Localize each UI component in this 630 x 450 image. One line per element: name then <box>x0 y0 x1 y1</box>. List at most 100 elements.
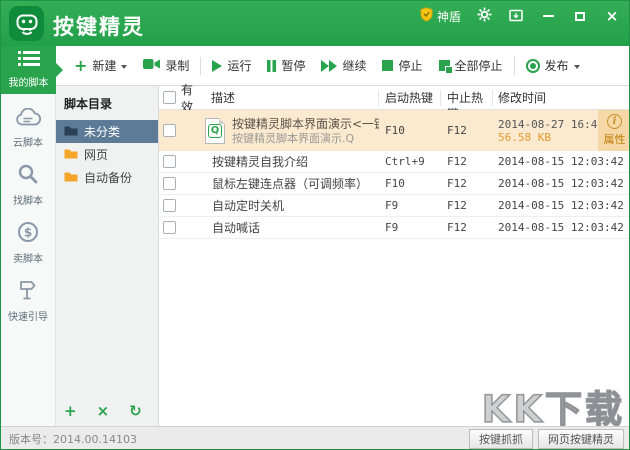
script-file-icon: Q <box>205 118 225 144</box>
continue-button[interactable]: 继续 <box>313 53 374 79</box>
info-icon: i <box>607 114 622 129</box>
stop-hotkey: F12 <box>441 199 493 212</box>
app-title: 按键精灵 <box>53 11 145 41</box>
column-header-description: 描述 <box>203 90 379 106</box>
script-directory-panel: 脚本目录 未分类 网页 自动备份 + × ↻ <box>56 86 159 426</box>
sidebar-item-label: 找脚本 <box>13 192 43 207</box>
shield-icon <box>420 7 433 25</box>
sidebar-item-label: 快速引导 <box>8 308 48 323</box>
add-category-button[interactable]: + <box>64 402 77 420</box>
app-logo-icon <box>9 6 44 41</box>
tray-icon <box>509 7 523 26</box>
statusbar: 版本号：2014.00.14103 按键抓抓 网页按键精灵 <box>1 426 629 450</box>
table-header-row: 有效 描述 启动热键 中止热键 修改时间 <box>159 86 630 110</box>
row-checkbox[interactable] <box>163 177 176 190</box>
stop-hotkey: F12 <box>441 124 493 137</box>
toolbar-separator <box>514 57 515 75</box>
folder-icon <box>64 148 78 162</box>
sidebar-item-label: 卖脚本 <box>13 250 43 265</box>
maximize-button[interactable] <box>571 7 589 25</box>
stop-hotkey: F12 <box>441 177 493 190</box>
script-title: 按键精灵脚本界面演示<一键启动> <box>232 117 379 132</box>
close-icon: × <box>606 9 619 24</box>
list-icon <box>18 51 40 70</box>
sidebar-item-label: 我的脚本 <box>9 74 49 89</box>
camera-icon <box>143 58 160 73</box>
shield-button[interactable]: 神盾 <box>420 7 461 25</box>
table-row[interactable]: 按键精灵自我介绍 Ctrl+9 F12 2014-08-15 12:03:42 <box>159 151 630 173</box>
modified-time: 2014-08-15 12:03:42 <box>493 177 630 190</box>
signpost-icon <box>17 279 39 305</box>
stop-all-button[interactable]: 全部停止 <box>431 53 511 79</box>
pause-button[interactable]: 暂停 <box>259 53 313 79</box>
table-row[interactable]: 鼠标左键连点器（可调频率） F10 F12 2014-08-15 12:03:4… <box>159 173 630 195</box>
script-table: 有效 描述 启动热键 中止热键 修改时间 Q 按键精灵脚本界面演示<一键启动> … <box>159 86 630 426</box>
properties-button[interactable]: i 属性 <box>598 110 630 151</box>
tree-footer: + × ↻ <box>64 402 142 420</box>
version-label: 版本号：2014.00.14103 <box>1 431 137 447</box>
new-button[interactable]: + 新建 <box>66 53 135 79</box>
stop-all-icon <box>439 60 450 71</box>
row-checkbox[interactable] <box>163 221 176 234</box>
play-icon <box>212 60 222 72</box>
sidebar-item-quick-guide[interactable]: 快速引导 <box>1 279 55 323</box>
refresh-button[interactable]: ↻ <box>129 402 142 420</box>
sidebar-item-label: 云脚本 <box>13 134 43 149</box>
dollar-icon: $ <box>17 221 39 247</box>
column-header-modified: 修改时间 <box>493 89 630 106</box>
table-row[interactable]: 自动喊话 F9 F12 2014-08-15 12:03:42 <box>159 217 630 239</box>
sidebar-item-find-scripts[interactable]: 找脚本 <box>1 163 55 207</box>
row-checkbox[interactable] <box>163 124 176 137</box>
minimize-button[interactable] <box>539 7 557 25</box>
stop-button[interactable]: 停止 <box>374 53 430 79</box>
script-title: 自动定时关机 <box>203 197 379 214</box>
delete-category-button[interactable]: × <box>97 402 110 420</box>
sidebar-item-sell-scripts[interactable]: $ 卖脚本 <box>1 221 55 265</box>
search-icon <box>17 163 39 189</box>
tree-item-uncategorized[interactable]: 未分类 <box>56 120 158 143</box>
close-button[interactable]: × <box>603 7 621 25</box>
modified-time: 2014-08-15 12:03:42 <box>493 199 630 212</box>
chevron-down-icon <box>121 65 127 69</box>
fast-forward-icon <box>321 60 337 72</box>
web-quickmacro-button[interactable]: 网页按键精灵 <box>538 429 624 449</box>
tree-item-web[interactable]: 网页 <box>56 143 158 166</box>
tree-header: 脚本目录 <box>56 86 158 120</box>
settings-button[interactable] <box>475 7 493 25</box>
column-header-start-hotkey: 启动热键 <box>379 90 441 106</box>
modified-time: 2014-08-15 12:03:42 <box>493 221 630 234</box>
stop-hotkey: F12 <box>441 155 493 168</box>
script-title: 鼠标左键连点器（可调频率） <box>203 175 379 192</box>
table-row[interactable]: 自动定时关机 F9 F12 2014-08-15 12:03:42 <box>159 195 630 217</box>
gear-icon <box>477 7 492 26</box>
sidebar-item-cloud-scripts[interactable]: 云脚本 <box>1 108 55 149</box>
minimize-icon <box>543 15 554 17</box>
column-header-stop-hotkey: 中止热键 <box>441 90 493 106</box>
shield-label: 神盾 <box>437 8 461 25</box>
plus-icon: + <box>74 58 87 74</box>
select-all-checkbox[interactable] <box>163 91 176 104</box>
record-button[interactable]: 录制 <box>135 53 197 79</box>
row-checkbox[interactable] <box>163 199 176 212</box>
run-button[interactable]: 运行 <box>204 53 259 79</box>
modified-time: 2014-08-15 12:03:42 <box>493 155 630 168</box>
svg-text:$: $ <box>24 226 32 240</box>
table-row-selected[interactable]: Q 按键精灵脚本界面演示<一键启动> 按键精灵脚本界面演示.Q F10 F12 … <box>159 110 630 151</box>
script-title: 按键精灵自我介绍 <box>203 153 379 170</box>
row-checkbox[interactable] <box>163 155 176 168</box>
publish-icon <box>526 59 540 73</box>
key-grab-button[interactable]: 按键抓抓 <box>469 429 533 449</box>
tree-item-auto-backup[interactable]: 自动备份 <box>56 166 158 189</box>
folder-icon <box>64 171 78 185</box>
sidebar: 我的脚本 云脚本 找脚本 <box>1 46 56 426</box>
stop-hotkey: F12 <box>441 221 493 234</box>
pause-icon <box>267 60 276 72</box>
folder-icon <box>64 125 78 139</box>
toolbar-separator <box>200 57 201 75</box>
sidebar-item-my-scripts[interactable]: 我的脚本 <box>1 46 56 94</box>
minimize-to-tray-button[interactable] <box>507 7 525 25</box>
start-hotkey: Ctrl+9 <box>379 155 441 168</box>
script-title: 自动喊话 <box>203 219 379 236</box>
publish-button[interactable]: 发布 <box>518 53 588 79</box>
titlebar: 按键精灵 神盾 <box>1 1 629 46</box>
